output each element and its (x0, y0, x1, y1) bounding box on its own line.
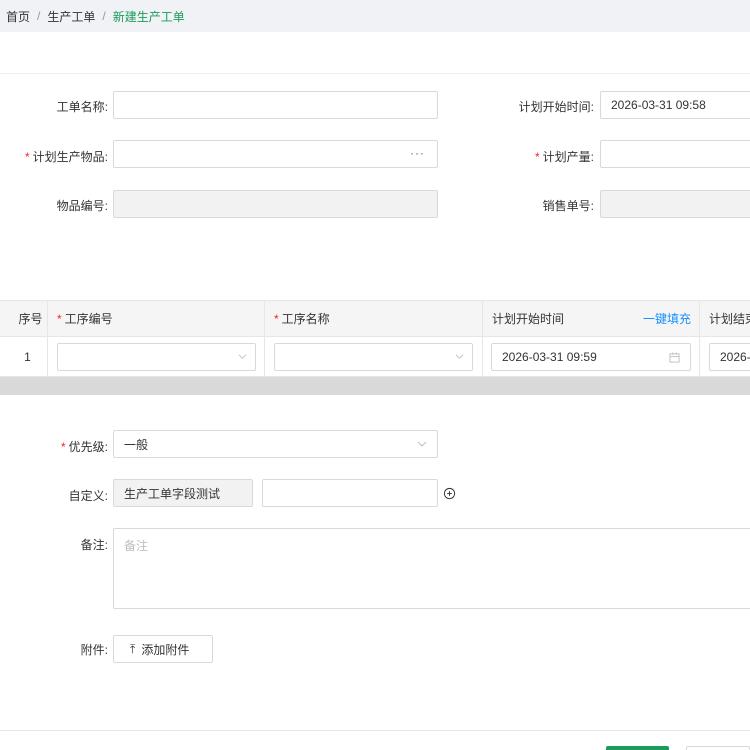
custom-field-name: 生产工单字段测试 (113, 479, 253, 507)
breadcrumb-home[interactable]: 首页 (6, 8, 30, 25)
submit-button[interactable] (606, 746, 669, 750)
upload-icon: ⤒ (130, 641, 136, 656)
custom-field-value-input[interactable] (262, 479, 438, 507)
ellipsis-icon[interactable]: ··· (410, 146, 425, 160)
form-footer (0, 730, 750, 750)
th-process-name: * 工序名称 (265, 301, 483, 336)
td-plan-end: 2026- (700, 337, 750, 376)
divider (0, 73, 750, 74)
breadcrumb-current: 新建生产工单 (112, 9, 185, 24)
plan-qty-input[interactable] (600, 140, 750, 168)
priority-label: * 优先级: (60, 440, 108, 454)
required-mark: * (274, 311, 279, 326)
td-seq: 1 (0, 337, 48, 376)
chevron-down-icon (455, 354, 464, 359)
calendar-icon (669, 352, 680, 363)
add-circle-icon[interactable] (443, 487, 456, 500)
th-plan-end: 计划结束 (709, 312, 750, 326)
sales-no-label: 销售单号: (542, 199, 594, 213)
breadcrumb-separator: / (37, 9, 41, 23)
cancel-button[interactable] (686, 746, 750, 750)
row-plan-end-picker[interactable]: 2026- (709, 343, 750, 371)
basic-info-card: 工单名称: 计划开始时间: 2026-03-31 09:58 * 计划生产物品: … (0, 32, 750, 300)
priority-select[interactable]: 一般 (113, 430, 438, 458)
table-header: 序号 *工序编号 *工序名称 计划开始时间 一键填充 计划结束 (0, 300, 750, 337)
process-name-select[interactable] (274, 343, 473, 371)
breadcrumb-production-orders[interactable]: 生产工单 (47, 8, 95, 25)
plan-qty-label: * 计划产量: (534, 150, 594, 164)
plan-start-input[interactable]: 2026-03-31 09:58 (600, 91, 750, 119)
sales-no-input (600, 190, 750, 218)
row-plan-start-value: 2026-03-31 09:59 (502, 350, 597, 364)
required-mark: * (57, 311, 62, 326)
chevron-down-icon (417, 441, 427, 447)
item-code-input (113, 190, 438, 218)
chevron-down-icon (238, 354, 247, 359)
required-mark: * (534, 150, 540, 164)
required-mark: * (60, 440, 66, 454)
item-code-label: 物品编号: (56, 199, 108, 213)
plan-item-picker[interactable]: ··· (113, 140, 438, 168)
required-mark: * (24, 150, 30, 164)
remark-label: 备注: (80, 538, 108, 552)
custom-label: 自定义: (68, 489, 108, 503)
plan-start-label: 计划开始时间: (518, 100, 594, 114)
remark-textarea[interactable]: 备注 (113, 528, 750, 609)
th-seq: 序号 (0, 301, 48, 336)
order-name-input[interactable] (113, 91, 438, 119)
row-plan-start-picker[interactable]: 2026-03-31 09:59 (491, 343, 691, 371)
plan-item-label: * 计划生产物品: (24, 150, 108, 164)
breadcrumb: 首页 / 生产工单 / 新建生产工单 (0, 0, 750, 32)
priority-value: 一般 (124, 437, 149, 452)
order-name-label: 工单名称: (56, 100, 108, 114)
th-plan-start: 计划开始时间 一键填充 (483, 301, 700, 336)
th-process-code: * 工序编号 (48, 301, 265, 336)
plan-start-value: 2026-03-31 09:58 (611, 98, 706, 112)
one-click-fill-link[interactable]: 一键填充 (643, 310, 691, 327)
extra-info-card: * 优先级: 一般 自定义: 生产工单字段测试 备注: 备注 附件: ⤒ 添加附件 (0, 395, 750, 730)
process-code-select[interactable] (57, 343, 256, 371)
row-plan-end-value: 2026- (720, 350, 750, 364)
td-plan-start: 2026-03-31 09:59 (483, 337, 700, 376)
process-table: 序号 *工序编号 *工序名称 计划开始时间 一键填充 计划结束 1 2026-0… (0, 300, 750, 377)
section-divider (0, 377, 750, 395)
add-attachment-button[interactable]: ⤒ 添加附件 (113, 635, 213, 663)
breadcrumb-separator: / (102, 9, 106, 23)
td-process-code (48, 337, 265, 376)
td-process-name (265, 337, 483, 376)
table-row: 1 2026-03-31 09:59 2026- (0, 337, 750, 377)
attachment-label: 附件: (80, 643, 108, 657)
remark-placeholder: 备注 (124, 539, 149, 553)
